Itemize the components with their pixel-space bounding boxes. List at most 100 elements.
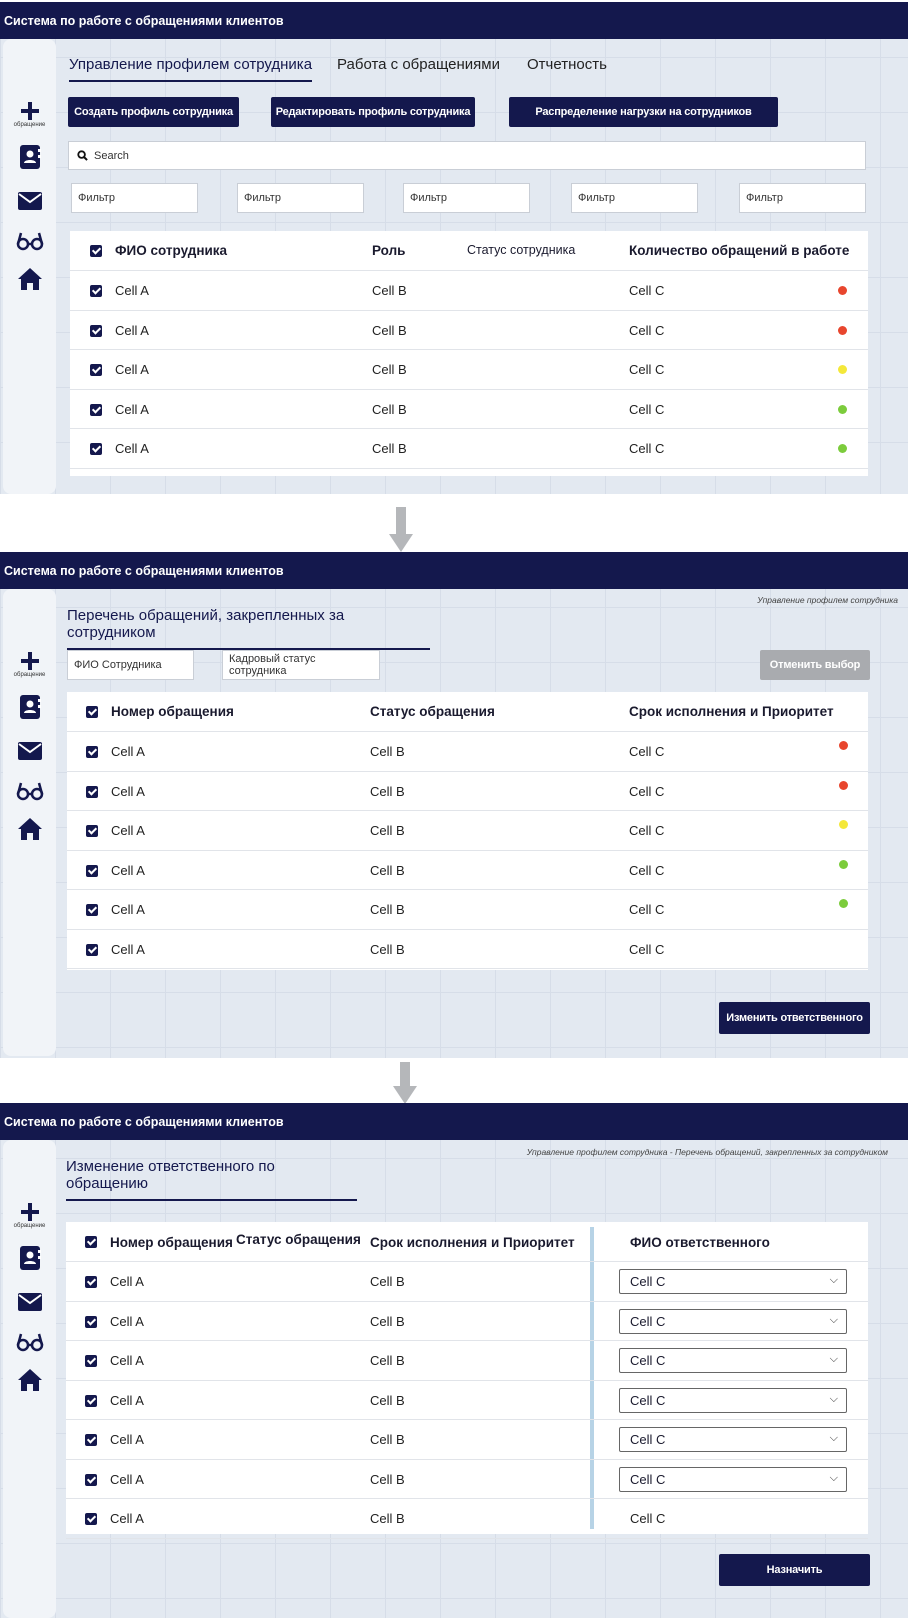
responsible-select[interactable]: Cell C ⌵ (619, 1308, 847, 1334)
review-nav[interactable] (3, 231, 56, 251)
row-checkbox[interactable] (85, 1394, 97, 1407)
cell-deadline: Cell C (629, 862, 665, 878)
cell-number: Cell A (111, 823, 145, 838)
table-row[interactable]: Cell A Cell B Cell C (67, 811, 868, 851)
table-row[interactable]: Cell A Cell B Cell C (67, 851, 868, 890)
row-checkbox[interactable] (85, 1513, 97, 1525)
table-row[interactable]: Cell A Cell B Cell C ⌵ (66, 1262, 868, 1302)
table-row[interactable]: Cell A Cell B Cell C ⌵ (66, 1460, 868, 1499)
row-checkbox[interactable] (86, 864, 98, 877)
responsible-select-value: Cell C (630, 1471, 666, 1487)
table-row[interactable]: Cell A Cell B Cell C (67, 772, 868, 811)
row-checkbox[interactable] (90, 403, 102, 416)
table-row[interactable]: Cell A Cell B Cell C (70, 429, 868, 469)
add-request-nav[interactable]: обращение (3, 1202, 56, 1229)
priority-dot (839, 859, 848, 869)
mail-nav[interactable] (3, 1293, 56, 1311)
home-icon (17, 268, 42, 290)
home-icon (17, 1369, 42, 1391)
row-checkbox[interactable] (86, 904, 98, 916)
row-checkbox[interactable] (90, 443, 102, 455)
review-nav[interactable] (3, 781, 56, 801)
home-nav[interactable] (3, 267, 56, 291)
review-nav[interactable] (3, 1332, 56, 1352)
responsible-select[interactable]: Cell C ⌵ (619, 1466, 847, 1492)
envelope-icon (17, 192, 42, 210)
row-checkbox[interactable] (85, 1355, 97, 1367)
table-row[interactable]: Cell A Cell B Cell C (70, 271, 868, 311)
responsible-select[interactable]: Cell C ⌵ (619, 1348, 847, 1373)
table-row[interactable]: Cell A Cell B Cell C ⌵ (66, 1302, 868, 1341)
responsible-select[interactable]: Cell C ⌵ (619, 1427, 847, 1452)
cancel-selection-button[interactable]: Отменить выбор (760, 650, 870, 680)
table-row[interactable]: Cell A Cell B Cell C (70, 390, 868, 429)
row-checkbox[interactable] (85, 1276, 97, 1288)
filter-field-1[interactable]: Фильтр (71, 183, 198, 213)
row-checkbox[interactable] (86, 943, 98, 956)
home-nav[interactable] (3, 817, 56, 841)
select-all-checkbox[interactable] (90, 245, 102, 257)
col-header-deadline: Срок исполнения и Приоритет (629, 704, 834, 719)
table-row[interactable]: Cell A Cell B Cell C (70, 350, 868, 390)
row-checkbox[interactable] (85, 1315, 97, 1328)
change-responsible-button[interactable]: Изменить ответственного (719, 1002, 870, 1034)
row-checkbox[interactable] (90, 364, 102, 376)
table-row[interactable]: Cell A Cell B Cell C ⌵ (66, 1341, 868, 1381)
table-row[interactable]: Cell A Cell B Cell C ⌵ (66, 1381, 868, 1420)
breadcrumb[interactable]: Управление профилем сотрудника (757, 595, 898, 605)
search-input[interactable]: Search (68, 141, 866, 170)
breadcrumb[interactable]: Управление профилем сотрудника - Перечен… (527, 1147, 888, 1157)
table-row[interactable]: Cell A Cell B Cell C (70, 311, 868, 350)
edit-profile-button[interactable]: Редактировать профиль сотрудника (271, 97, 475, 127)
filter-field-3[interactable]: Фильтр (403, 183, 530, 213)
mail-nav[interactable] (3, 742, 56, 760)
col-header-number: Номер обращения (111, 704, 234, 719)
row-checkbox[interactable] (85, 1473, 97, 1486)
cell-number: Cell A (110, 1392, 144, 1408)
cell-role: Cell B (372, 401, 407, 417)
table-row[interactable]: Cell A Cell B Cell C ⌵ (66, 1420, 868, 1460)
table-row[interactable]: Cell A Cell B Cell C (67, 890, 868, 930)
status-dot (838, 286, 847, 295)
responsible-select[interactable]: Cell C ⌵ (619, 1269, 847, 1294)
cell-status: Cell B (370, 902, 405, 917)
contacts-nav[interactable] (3, 1246, 56, 1270)
contacts-nav[interactable] (3, 145, 56, 169)
tab-requests[interactable]: Работа с обращениями (337, 56, 500, 73)
contacts-nav[interactable] (3, 695, 56, 719)
assign-button[interactable]: Назначить (719, 1554, 870, 1586)
add-request-nav[interactable]: обращение (3, 101, 56, 128)
select-all-checkbox[interactable] (86, 706, 98, 718)
row-checkbox[interactable] (90, 324, 102, 337)
cell-role: Cell B (372, 322, 407, 338)
plus-icon (20, 652, 39, 670)
cell-deadline: Cell C (629, 823, 665, 838)
select-all-checkbox[interactable] (85, 1236, 97, 1248)
home-nav[interactable] (3, 1368, 56, 1392)
employee-name-field[interactable]: ФИО Сотрудника (67, 650, 194, 680)
filter-field-5[interactable]: Фильтр (739, 183, 866, 213)
down-arrow-icon (393, 1062, 417, 1104)
filter-field-2[interactable]: Фильтр (237, 183, 364, 213)
employee-hr-status-field[interactable]: Кадровый статус сотрудника (222, 650, 380, 680)
cell-fio: Cell A (115, 362, 149, 377)
responsible-select[interactable]: Cell C ⌵ (619, 1387, 847, 1413)
table-row[interactable]: Cell A Cell B Cell C (67, 930, 868, 969)
chevron-down-icon: ⌵ (829, 1353, 838, 1365)
mail-nav[interactable] (3, 192, 56, 210)
row-checkbox[interactable] (86, 785, 98, 798)
table-row[interactable]: Cell A Cell B Cell C (66, 1499, 868, 1539)
tab-reports[interactable]: Отчетность (527, 56, 607, 73)
cell-status: Cell B (370, 1432, 405, 1447)
cell-status: Cell B (370, 1392, 405, 1408)
distribute-load-button[interactable]: Распределение нагрузки на сотрудников (509, 97, 778, 127)
row-checkbox[interactable] (86, 746, 98, 758)
row-checkbox[interactable] (90, 285, 102, 297)
filter-field-4[interactable]: Фильтр (571, 183, 698, 213)
table-row[interactable]: Cell A Cell B Cell C (67, 732, 868, 772)
row-checkbox[interactable] (86, 825, 98, 837)
create-profile-button[interactable]: Создать профиль сотрудника (68, 97, 239, 127)
add-request-nav[interactable]: обращение (3, 651, 56, 678)
row-checkbox[interactable] (85, 1434, 97, 1446)
tab-employee-profile[interactable]: Управление профилем сотрудника (69, 56, 313, 82)
